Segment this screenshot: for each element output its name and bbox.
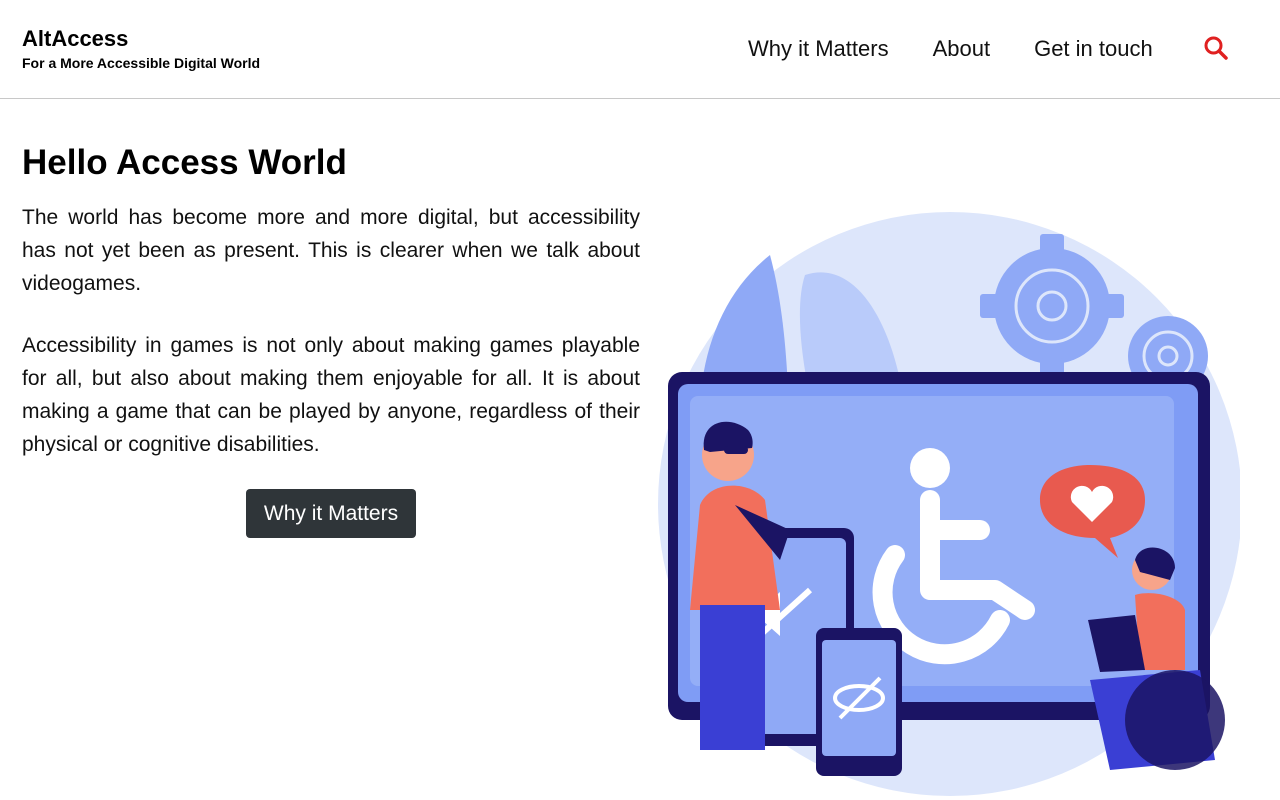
main-nav: Why it Matters About Get in touch xyxy=(748,35,1153,63)
brand[interactable]: AltAccess For a More Accessible Digital … xyxy=(22,26,260,72)
why-it-matters-button[interactable]: Why it Matters xyxy=(246,489,416,538)
brand-name[interactable]: AltAccess xyxy=(22,26,260,52)
nav-about[interactable]: About xyxy=(933,35,991,63)
page-title: Hello Access World xyxy=(22,143,347,182)
nav-why-it-matters[interactable]: Why it Matters xyxy=(748,35,889,63)
intro-paragraph: The world has become more and more digit… xyxy=(22,206,640,295)
accessibility-illustration xyxy=(640,200,1242,800)
search-icon[interactable] xyxy=(1203,35,1229,61)
nav-get-in-touch[interactable]: Get in touch xyxy=(1034,35,1153,63)
accessibility-paragraph: Accessibility in games is not only about… xyxy=(22,334,640,456)
site-header: AltAccess For a More Accessible Digital … xyxy=(0,0,1280,99)
brand-tagline: For a More Accessible Digital World xyxy=(22,55,261,71)
